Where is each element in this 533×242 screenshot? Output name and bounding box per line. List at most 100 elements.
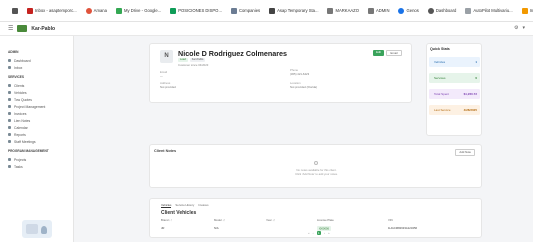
status-badge: Lead <box>178 57 188 62</box>
sidebar-item-label: Calendar <box>14 125 28 130</box>
client-vehicles-card: Vehicles Service History Invoices Client… <box>149 198 482 238</box>
bookmark-item[interactable]: Companies <box>230 7 261 14</box>
menu-icon[interactable]: ☰ <box>8 25 13 32</box>
gmail-icon <box>27 7 33 14</box>
bookmark-label: POSICIONES DISPO... <box>178 8 222 13</box>
quick-stat-label: Vehicles <box>434 60 446 64</box>
bookmark-item[interactable]: Amana <box>85 7 107 14</box>
app-header: ☰ Kar-Pablo ⚙ ▾ <box>0 22 533 36</box>
sidebar-item[interactable]: Tasks <box>8 163 65 170</box>
phone-info: Phone (305) 421-6423 <box>290 68 310 76</box>
bookmark-label: Companies <box>238 8 261 13</box>
sidebar-item-label: Dashboard <box>14 58 31 63</box>
bookmark-label: MARKAAZO <box>335 8 359 13</box>
sidebar-item[interactable]: Dashboard <box>8 57 65 64</box>
add-note-button[interactable]: Add Note <box>455 148 475 157</box>
sidebar-item[interactable]: Staff Meetings <box>8 138 65 145</box>
drive-icon <box>115 7 122 14</box>
bookmark-label: Amana <box>93 8 107 13</box>
asana-icon <box>85 7 92 14</box>
sidebar-section-title: SERVICES <box>8 75 25 79</box>
bookmark-item[interactable]: Asap Temporary Sta... <box>269 7 319 14</box>
pager-first[interactable]: « <box>308 231 310 235</box>
vehicles-title: Client Vehicles <box>161 210 197 216</box>
brand-logo <box>17 25 28 32</box>
tab-vehicles[interactable]: Vehicles <box>161 203 172 208</box>
bookmark-item[interactable]: Inbox <box>521 7 533 14</box>
quick-stats-card: Quick Stats Vehicles 1 Services 0 Total Spen… <box>426 43 482 136</box>
bookmark-item[interactable] <box>12 7 18 14</box>
car-icon <box>8 91 11 94</box>
folder-icon <box>327 7 334 14</box>
sidebar-item[interactable]: Project Management <box>8 103 65 110</box>
sidebar-section-title: PROGRAM MANAGEMENT <box>8 149 49 153</box>
sidebar-item[interactable]: Tow Quotes <box>8 96 65 103</box>
calendar-icon <box>8 126 11 129</box>
sidebar-item-label: Staff Meetings <box>14 139 36 144</box>
sidebar-item-label: Project Management <box>14 104 46 109</box>
bookmark-item[interactable]: Genos <box>398 7 419 14</box>
sidebar-item[interactable]: Clients <box>8 82 65 89</box>
bookmark-label: AutoPilot Multivariu... <box>473 8 513 13</box>
sidebar-item[interactable]: Inbox <box>8 64 65 71</box>
pager-prev[interactable]: ‹ <box>313 231 314 235</box>
sidebar-item[interactable]: Lien Notes <box>8 117 65 124</box>
quick-stat-label: Total Spent <box>434 92 450 96</box>
settings-icon[interactable]: ⚙ <box>514 25 518 31</box>
column-header-model[interactable]: Model ↓↑ <box>214 218 225 222</box>
notes-title: Client Notes <box>154 149 177 153</box>
bookmark-item[interactable]: Dashboard <box>427 7 457 14</box>
building-icon <box>230 7 237 14</box>
client-profile-card: N Nicole D Rodriguez Colmenares Lead Kar… <box>149 43 412 103</box>
cell-vin: 1HGCM82633A123456 <box>388 226 418 230</box>
grid-icon <box>12 7 18 14</box>
bookmark-label: Dashboard <box>435 8 457 13</box>
inbox-icon <box>8 66 11 69</box>
bookmark-label: ADMIN <box>375 8 390 13</box>
column-header-brand[interactable]: Brand ↓↑ <box>161 218 172 222</box>
sidebar-item-label: Vehicles <box>14 90 27 95</box>
tab-invoices[interactable]: Invoices <box>198 203 208 208</box>
clipboard-icon <box>8 105 11 108</box>
user-menu-icon[interactable]: ▾ <box>522 25 525 31</box>
tab-service-history[interactable]: Service History <box>175 203 194 208</box>
sidebar-item[interactable]: Projects <box>8 156 65 163</box>
sidebar-item-label: Clients <box>14 83 25 88</box>
users-icon <box>8 84 11 87</box>
bookmark-item[interactable]: ADMIN <box>367 7 390 14</box>
bookmark-item[interactable]: Inbox - asaptemporc... <box>27 7 77 14</box>
sidebar-item-label: Lien Notes <box>14 118 31 123</box>
sidebar-item[interactable]: Vehicles <box>8 89 65 96</box>
bookmark-item[interactable]: AutoPilot Multivariu... <box>465 7 513 14</box>
sidebar-item[interactable]: Invoices <box>8 110 65 117</box>
quick-stat-row: Last Service 4/28/2025 <box>429 105 480 115</box>
pager-last[interactable]: » <box>328 231 330 235</box>
email-button[interactable]: Email <box>386 50 402 56</box>
sheets-icon <box>170 7 177 14</box>
company-badge: Kar-Pablo <box>189 57 206 62</box>
bookmark-label: Asap Temporary Sta... <box>277 8 319 13</box>
bookmarks-bar: Inbox - asaptemporc... Amana My Drive - Go… <box>0 0 533 22</box>
tasks-icon <box>8 165 11 168</box>
quick-stat-row: Total Spent $1,260.72 <box>429 89 480 99</box>
sidebar-item-label: Projects <box>14 157 27 162</box>
empty-notes-icon <box>314 161 318 165</box>
sidebar-item[interactable]: Calendar <box>8 124 65 131</box>
edit-button[interactable]: Edit <box>373 50 384 56</box>
cell-plate: I000056 <box>317 225 332 231</box>
pager-next[interactable]: › <box>324 231 325 235</box>
quick-stat-value: 1 <box>475 60 477 64</box>
bookmark-item[interactable]: POSICIONES DISPO... <box>170 7 222 14</box>
quick-stat-label: Services <box>434 76 446 80</box>
column-header-plate: License Plate <box>317 218 334 222</box>
pager-page-1[interactable]: 1 <box>316 230 322 235</box>
column-header-year[interactable]: Year ↓↑ <box>266 218 275 222</box>
sidebar-item[interactable]: Reports <box>8 131 65 138</box>
sidebar-item-label: Inbox <box>14 65 23 70</box>
quick-stat-value: 0 <box>475 76 477 80</box>
gauge-icon <box>427 7 434 14</box>
bookmark-item[interactable]: MARKAAZO <box>327 7 359 14</box>
location-info: Location Not provided (Florida) <box>290 81 318 89</box>
bookmark-item[interactable]: My Drive - Google... <box>115 7 161 14</box>
cell-brand: JR <box>161 226 165 230</box>
